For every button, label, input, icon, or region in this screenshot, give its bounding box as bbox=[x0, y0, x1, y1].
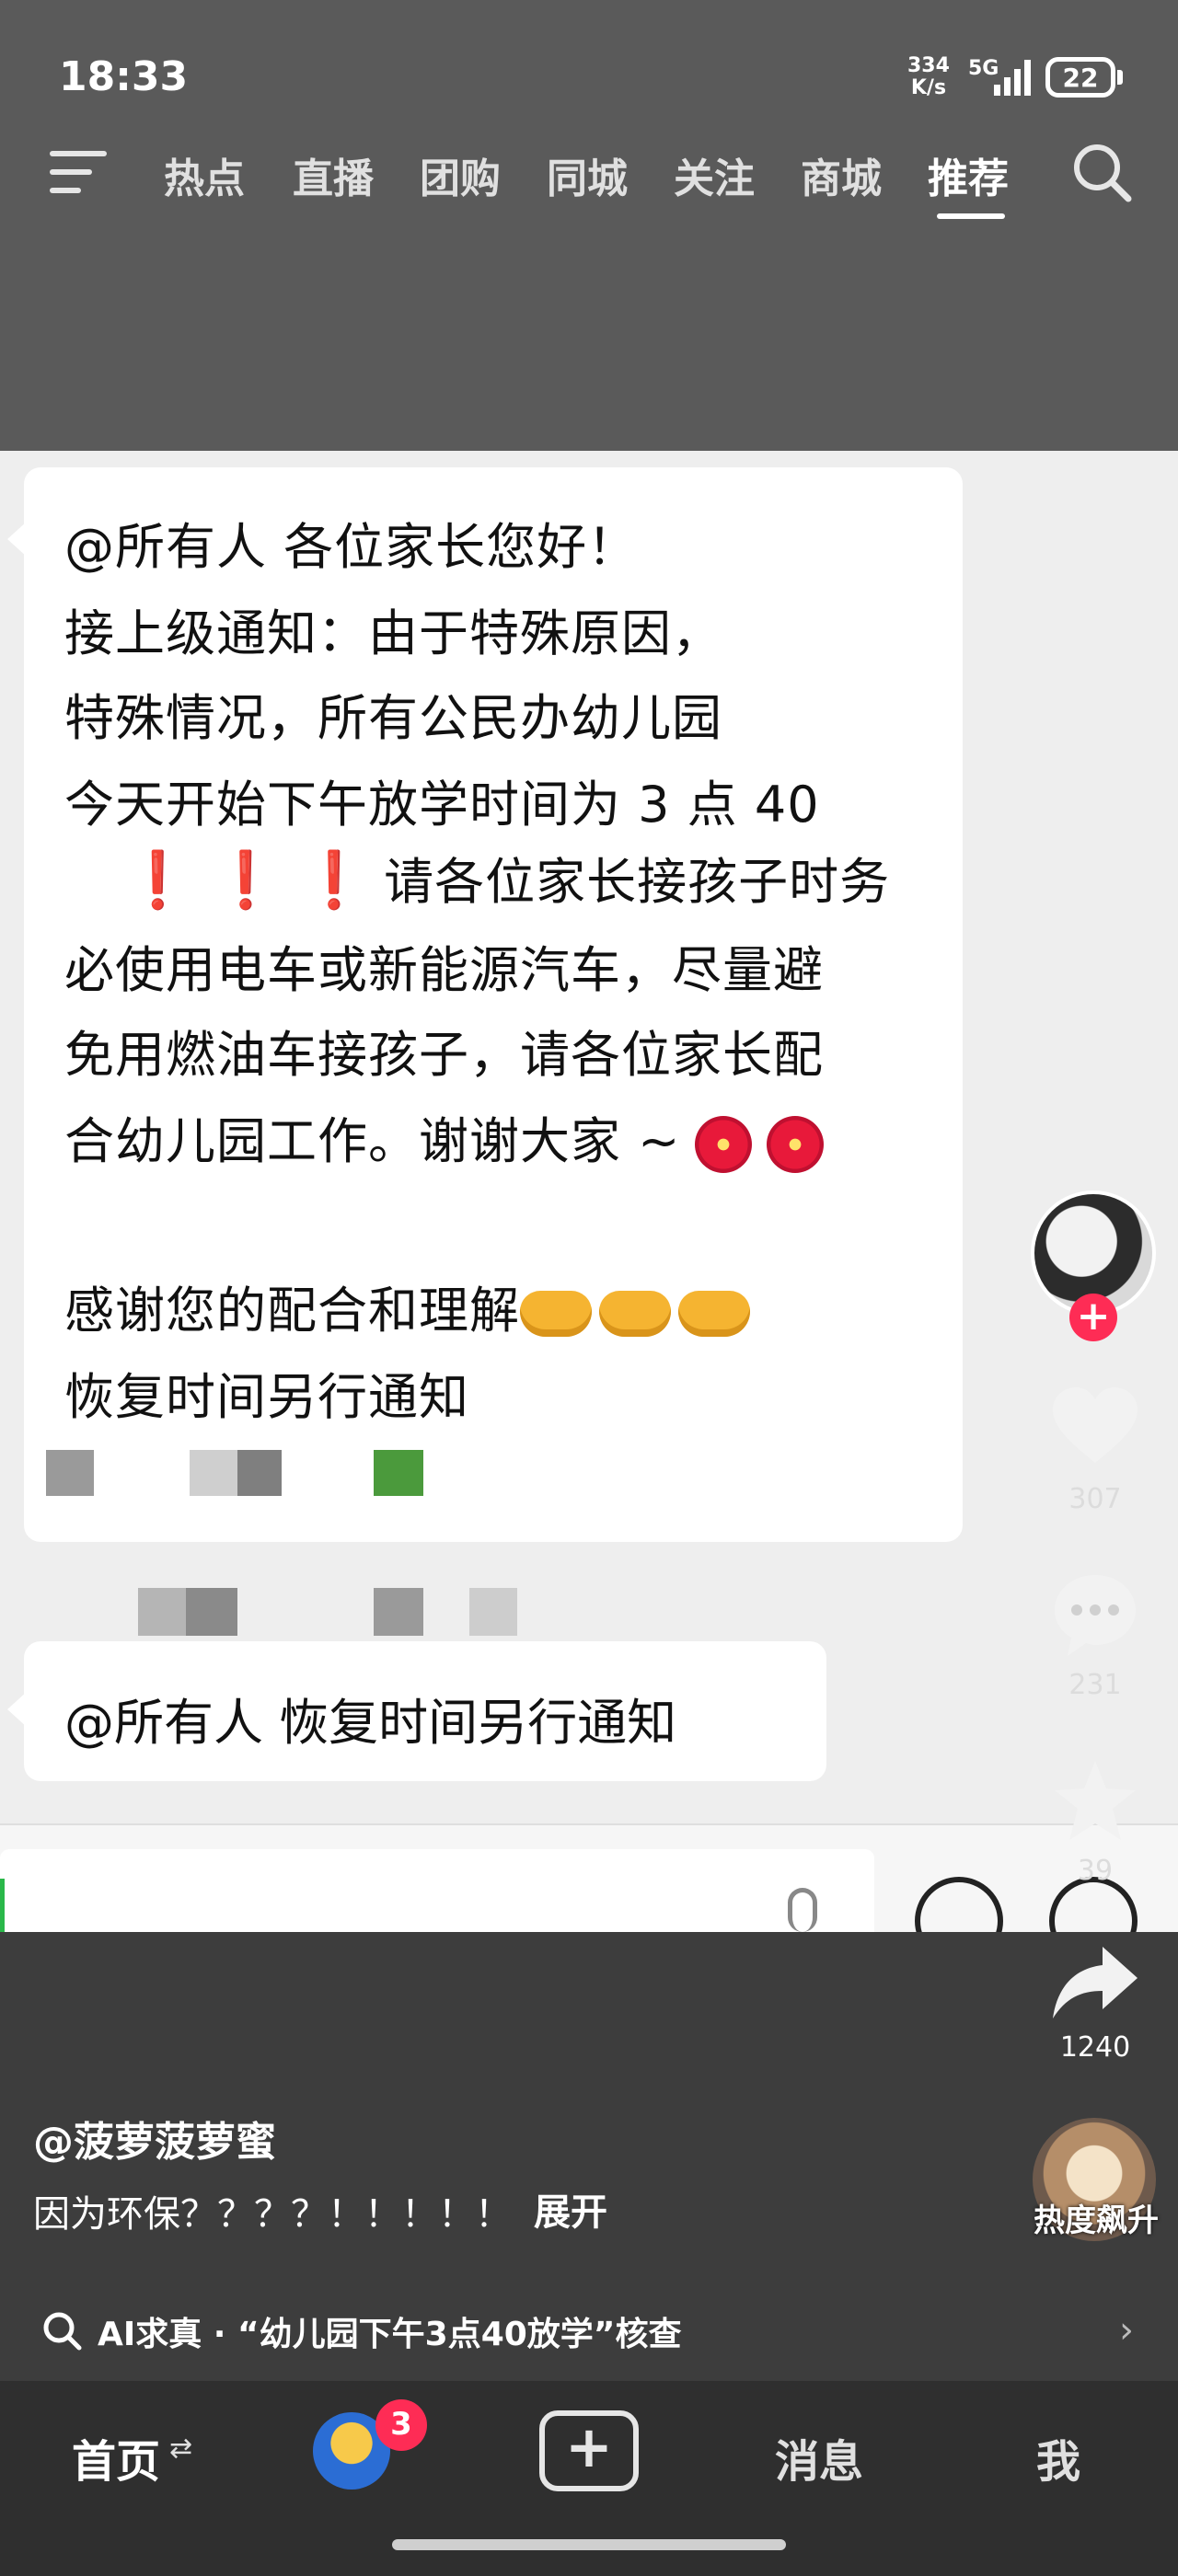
like-count: 307 bbox=[1068, 1483, 1122, 1515]
tab-home[interactable]: 首页 bbox=[72, 2425, 160, 2490]
tab-hot[interactable]: 热点 bbox=[164, 145, 245, 204]
heat-rising-label: 热度飙升 bbox=[1034, 2202, 1159, 2239]
home-indicator[interactable] bbox=[392, 2539, 786, 2550]
message-text: 合幼儿园工作。谢谢大家 ~ bbox=[64, 1112, 681, 1170]
signal-icon bbox=[994, 60, 1031, 96]
status-time: 18:33 bbox=[59, 53, 189, 100]
tab-following[interactable]: 关注 bbox=[674, 145, 755, 204]
create-button[interactable]: + bbox=[539, 2410, 639, 2491]
favorite-count: 39 bbox=[1077, 1855, 1114, 1887]
message-line: @所有人 恢复时间另行通知 bbox=[64, 1694, 677, 1752]
star-icon[interactable] bbox=[1049, 1757, 1141, 1846]
expand-caption-link[interactable]: 展开 bbox=[534, 2182, 607, 2236]
message-line: 接上级通知：由于特殊原因， bbox=[64, 604, 722, 662]
redacted-block bbox=[138, 1588, 186, 1636]
chat-bubble-tail bbox=[7, 521, 28, 558]
message-line: 必使用电车或新能源汽车，尽量避 bbox=[64, 941, 824, 999]
redacted-block bbox=[374, 1450, 423, 1496]
tab-group-buy[interactable]: 团购 bbox=[420, 145, 501, 204]
redacted-block bbox=[237, 1450, 282, 1496]
redacted-block bbox=[46, 1450, 94, 1496]
post-caption: 因为环保？？？？！！！！！ bbox=[33, 2193, 512, 2236]
active-tab-indicator bbox=[937, 213, 1005, 219]
handshake-icon bbox=[678, 1291, 750, 1338]
tab-mall[interactable]: 商城 bbox=[801, 145, 882, 204]
switch-arrows-icon[interactable]: ⇄ bbox=[169, 2432, 192, 2465]
network-speed: 334 K/s bbox=[907, 55, 950, 99]
tab-messages[interactable]: 消息 bbox=[775, 2425, 863, 2490]
tab-me[interactable]: 我 bbox=[1036, 2425, 1080, 2490]
follow-plus-icon[interactable]: + bbox=[1069, 1294, 1117, 1341]
tab-recommend[interactable]: 推荐 bbox=[928, 145, 1009, 204]
search-icon[interactable] bbox=[1068, 138, 1138, 208]
message-line-thanks: 合幼儿园工作。谢谢大家 ~ bbox=[64, 1100, 825, 1174]
message-line: 特殊情况，所有公民办幼儿园 bbox=[64, 689, 722, 747]
battery-level: 22 bbox=[1062, 63, 1099, 93]
message-line: 恢复时间另行通知 bbox=[64, 1368, 469, 1426]
exclamation-icon: ❗ bbox=[211, 848, 282, 913]
redacted-block bbox=[186, 1588, 237, 1636]
tab-live[interactable]: 直播 bbox=[293, 145, 374, 204]
network-speed-unit: K/s bbox=[910, 76, 947, 99]
exclamation-icon: ❗ bbox=[299, 848, 370, 913]
chat-bubble-tail bbox=[7, 1691, 28, 1728]
battery-tip bbox=[1117, 70, 1123, 85]
network-speed-value: 334 bbox=[907, 54, 950, 77]
message-line: 今天开始下午放学时间为 3 点 40 bbox=[64, 776, 820, 834]
hibiscus-icon bbox=[695, 1116, 753, 1174]
battery-icon: 22 bbox=[1045, 57, 1115, 98]
handshake-icon bbox=[520, 1291, 592, 1338]
comment-icon[interactable] bbox=[1049, 1571, 1141, 1660]
message-line-alert: ❗ ❗ ❗ 请各位家长接孩子时务 bbox=[64, 841, 890, 914]
tab-local[interactable]: 同城 bbox=[547, 145, 628, 204]
message-text: 感谢您的配合和理解 bbox=[64, 1282, 520, 1340]
share-count: 1240 bbox=[1059, 2031, 1131, 2064]
chat-input-field bbox=[0, 1849, 874, 1932]
message-line: 免用燃油车接孩子，请各位家长配 bbox=[64, 1026, 824, 1084]
redacted-block bbox=[469, 1588, 517, 1636]
exclamation-icon: ❗ bbox=[123, 848, 193, 913]
share-icon[interactable] bbox=[1049, 1943, 1141, 2022]
author-name[interactable]: @菠萝菠萝蜜 bbox=[33, 2109, 276, 2168]
comment-count: 231 bbox=[1068, 1669, 1122, 1701]
message-line: @所有人 各位家长您好！ bbox=[64, 518, 639, 576]
message-text: 请各位家长接孩子时务 bbox=[384, 853, 891, 911]
notification-badge: 3 bbox=[375, 2399, 427, 2451]
redacted-block bbox=[190, 1450, 237, 1496]
chevron-right-icon[interactable]: › bbox=[1119, 2309, 1134, 2352]
text-cursor bbox=[0, 1879, 5, 1932]
hibiscus-icon bbox=[767, 1116, 825, 1174]
ai-fact-check-text[interactable]: AI求真 · “幼儿园下午3点40放学”核查 bbox=[98, 2307, 681, 2355]
menu-icon[interactable] bbox=[50, 151, 107, 195]
heart-icon[interactable] bbox=[1049, 1386, 1141, 1468]
redacted-block bbox=[374, 1588, 423, 1636]
microphone-icon bbox=[788, 1888, 817, 1932]
message-line-appreciation: 感谢您的配合和理解 bbox=[64, 1270, 757, 1342]
search-icon bbox=[43, 2312, 82, 2351]
handshake-icon bbox=[599, 1291, 671, 1338]
